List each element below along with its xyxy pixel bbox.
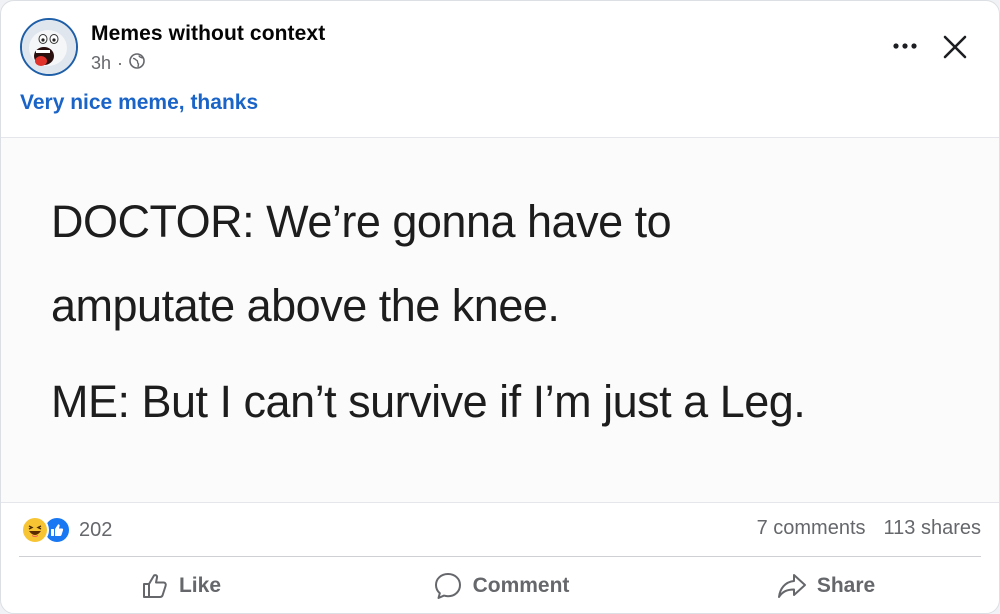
avatar-image: [22, 20, 76, 74]
like-button[interactable]: Like: [121, 563, 241, 609]
actions-divider: [19, 556, 981, 557]
engagement-stats: 7 comments 113 shares: [757, 517, 981, 540]
close-icon: [943, 35, 967, 59]
share-button[interactable]: Share: [761, 563, 891, 609]
reaction-count: 202: [79, 518, 113, 541]
post-meta: 3h ·: [91, 53, 145, 74]
post-card: Memes without context 3h · Very nice mem…: [0, 0, 1000, 614]
like-label: Like: [178, 574, 222, 597]
haha-reaction-icon: [21, 516, 49, 544]
post-caption: Very nice meme, thanks: [20, 91, 259, 114]
comments-count-link[interactable]: 7 comments: [757, 517, 866, 540]
comment-button[interactable]: Comment: [411, 563, 591, 609]
meme-text-line-2: amputate above the knee.: [51, 280, 560, 331]
reactions-summary[interactable]: 202: [21, 515, 112, 545]
share-arrow-icon: [777, 574, 806, 598]
meme-image[interactable]: DOCTOR: We’re gonna have to amputate abo…: [1, 137, 999, 503]
more-options-button[interactable]: [885, 31, 925, 61]
more-options-icon: [893, 43, 917, 49]
globe-icon: [129, 53, 145, 74]
post-time[interactable]: 3h: [91, 53, 111, 74]
share-label: Share: [816, 574, 876, 597]
comment-icon: [434, 573, 461, 599]
meme-text-line-1: DOCTOR: We’re gonna have to: [51, 196, 672, 247]
shares-count-link[interactable]: 113 shares: [884, 517, 981, 540]
page-avatar[interactable]: [20, 18, 78, 76]
meme-text-line-3: ME: But I can’t survive if I’m just a Le…: [51, 376, 806, 427]
thumbs-up-icon: [142, 574, 167, 598]
close-button[interactable]: [935, 27, 975, 67]
comment-label: Comment: [472, 574, 570, 597]
page-name[interactable]: Memes without context: [91, 22, 325, 46]
meta-separator: ·: [117, 53, 124, 73]
